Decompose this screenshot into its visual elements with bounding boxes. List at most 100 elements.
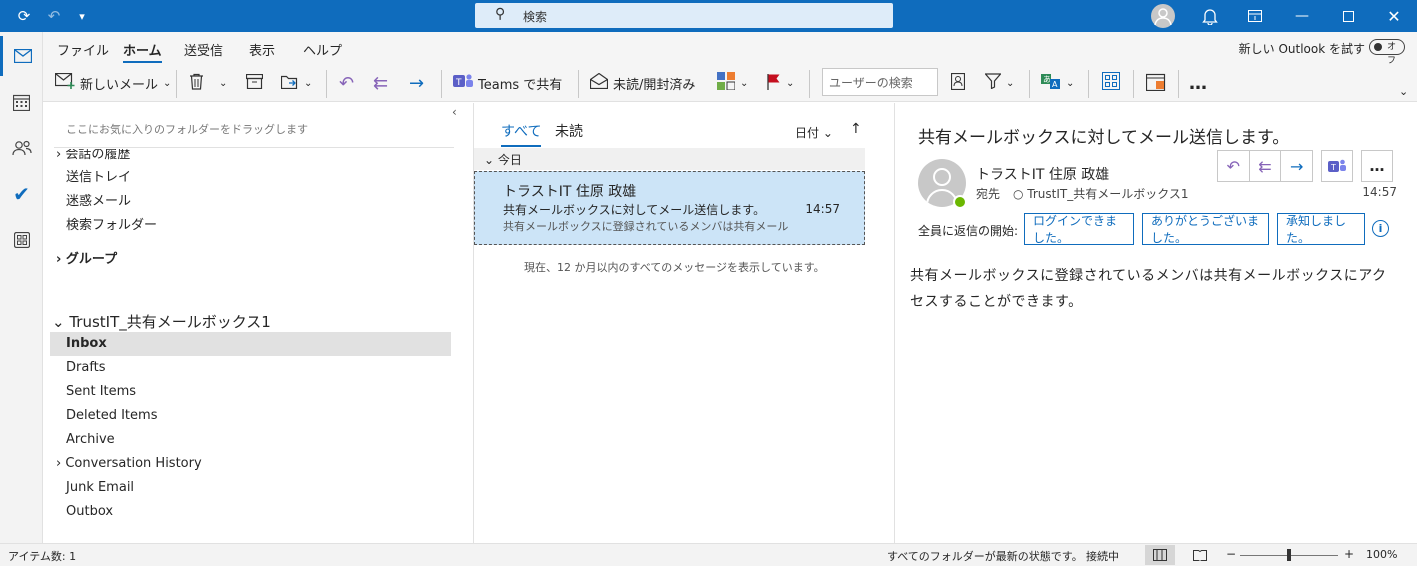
email-body: 共有メールボックスに登録されているメンバは共有メールボックスにアクセスすることが… [910,268,1387,310]
selected-folder-highlight [50,332,451,356]
scheduling-poll-button[interactable] [1145,70,1166,96]
follow-up-button[interactable]: ⌄ [767,70,794,96]
chevron-down-icon[interactable]: ⌄ [1066,78,1074,89]
categorize-button[interactable]: ⌄ [717,70,748,96]
close-icon[interactable]: ✕ [1371,0,1417,32]
chevron-down-icon[interactable]: ⌄ [786,78,794,89]
folder-conversation-history[interactable]: › Conversation History [56,456,202,471]
forward-icon: → [409,72,425,94]
search-input[interactable]: ⚲ 検索 [475,3,893,28]
email-sender[interactable]: トラストIT 住原 政雄 [976,164,1109,184]
group-header-today[interactable]: ⌄ 今日 [474,148,865,170]
address-book-button[interactable] [950,70,966,96]
try-new-outlook-toggle[interactable]: オフ [1369,39,1405,66]
calendar-icon[interactable] [0,82,43,122]
quick-access-dropdown-icon[interactable]: ▾ [72,6,92,26]
reading-view-button[interactable] [1185,545,1215,565]
avatar-head-shape [933,168,951,186]
quick-reply-thanks[interactable]: ありがとうございました。 [1142,213,1269,245]
todo-check-icon[interactable]: ✔ [0,174,43,214]
folder-outbox-jp[interactable]: 送信トレイ [66,166,131,185]
apps-icon[interactable] [0,220,43,260]
reply-all-button[interactable]: ⇇ [373,70,388,96]
maximize-icon[interactable] [1325,0,1371,32]
sort-direction-icon[interactable]: ↑ [850,121,862,137]
sync-icon[interactable]: ⟳ [14,6,34,26]
folder-search-folders[interactable]: 検索フォルダー [66,214,157,233]
sort-by-date[interactable]: 日付 ⌄ [795,124,833,141]
tab-unread[interactable]: 未読 [555,121,583,141]
chevron-down-icon[interactable]: ⌄ [304,78,312,89]
ribbon-separator [1133,70,1134,98]
delete-button[interactable]: ⌄ [189,70,227,96]
teams-chat-button[interactable]: T [1321,150,1353,182]
teams-share-button[interactable]: T Teams で共有 [453,70,562,96]
normal-view-button[interactable] [1145,545,1175,565]
tab-help[interactable]: ヘルプ [303,40,342,59]
tab-all[interactable]: すべて [501,121,542,147]
forward-button[interactable]: → [409,70,424,96]
folder-archive[interactable]: Archive [66,432,115,447]
folder-junk-email[interactable]: Junk Email [66,480,134,495]
minimize-icon[interactable]: — [1279,0,1325,32]
filter-email-button[interactable]: ⌄ [984,70,1014,96]
bell-icon[interactable] [1200,6,1220,26]
open-envelope-icon [589,72,609,93]
chevron-down-icon[interactable]: ⌄ [163,78,171,89]
more-commands-button[interactable]: … [1189,70,1207,96]
all-apps-button[interactable] [1102,70,1120,96]
translate-button[interactable]: あA ⌄ [1041,70,1074,96]
zoom-level[interactable]: 100% [1366,548,1397,561]
folder-drafts[interactable]: Drafts [66,360,106,375]
folder-inbox[interactable]: Inbox [66,336,107,351]
zoom-in-button[interactable]: + [1344,547,1354,561]
reply-icon[interactable]: ↶ [1218,151,1250,181]
quick-reply-login[interactable]: ログインできました。 [1024,213,1134,245]
chevron-down-icon[interactable]: ⌄ [1006,78,1014,89]
mail-icon[interactable] [0,36,43,76]
info-icon[interactable]: i [1372,220,1389,237]
undo-icon[interactable]: ↶ [44,6,64,26]
ribbon-separator [1178,70,1179,98]
folder-deleted-items[interactable]: Deleted Items [66,408,157,423]
reply-button[interactable]: ↶ [339,70,354,96]
folder-conversation-history-jp[interactable]: › 会話の履歴 [56,149,130,162]
folder-sent-items[interactable]: Sent Items [66,384,136,399]
message-row[interactable]: トラストIT 住原 政雄 共有メールボックスに対してメール送信します。 14:5… [474,171,865,245]
tab-file[interactable]: ファイル [57,40,109,59]
zoom-slider-thumb[interactable] [1287,549,1291,561]
folder-pane: ‹ ここにお気に入りのフォルダーをドラッグします › 会話の履歴 送信トレイ 迷… [44,103,474,543]
collapse-pane-icon[interactable]: ‹ [452,105,457,119]
people-icon[interactable] [0,128,43,168]
email-recipient[interactable]: ○ TrustIT_共有メールボックス1 [1013,185,1189,202]
reply-icon: ↶ [339,72,355,94]
quick-reply-acknowledged[interactable]: 承知しました。 [1277,213,1365,245]
archive-button[interactable] [245,70,264,96]
move-button[interactable]: ⌄ [280,70,312,96]
zoom-out-button[interactable]: − [1226,547,1236,561]
forward-icon[interactable]: → [1281,151,1312,181]
folder-junk-jp[interactable]: 迷惑メール [66,190,131,209]
chevron-down-icon[interactable]: ⌄ [219,78,227,89]
tab-view[interactable]: 表示 [249,40,275,59]
groups-header[interactable]: › グループ [56,248,117,267]
user-search-input[interactable]: ユーザーの検索 [822,68,938,96]
chevron-down-icon[interactable]: ⌄ [740,78,748,89]
reply-all-icon[interactable]: ⇇ [1250,151,1282,181]
more-actions-button[interactable]: … [1361,150,1393,182]
account-avatar-icon[interactable] [1151,4,1175,28]
shared-mailbox-account[interactable]: ⌄ TrustIT_共有メールボックス1 [52,311,271,332]
folder-outbox[interactable]: Outbox [66,504,113,519]
unread-read-button[interactable]: 未読/開封済み [589,70,695,96]
new-mail-button[interactable]: 新しいメール ⌄ [54,70,171,96]
reply-actions-group: ↶ ⇇ → [1217,150,1313,182]
ribbon-display-icon[interactable] [1232,0,1278,32]
reading-view-icon [1193,550,1207,561]
tab-send-receive[interactable]: 送受信 [184,40,223,59]
message-sender: トラストIT 住原 政雄 [503,184,637,200]
ribbon-expand-icon[interactable]: ⌄ [1399,78,1408,104]
ribbon-separator [1029,70,1030,98]
svg-text:あ: あ [1043,75,1051,84]
favorites-drop-hint: ここにお気に入りのフォルダーをドラッグします [66,123,308,136]
tab-home[interactable]: ホーム [123,40,162,63]
